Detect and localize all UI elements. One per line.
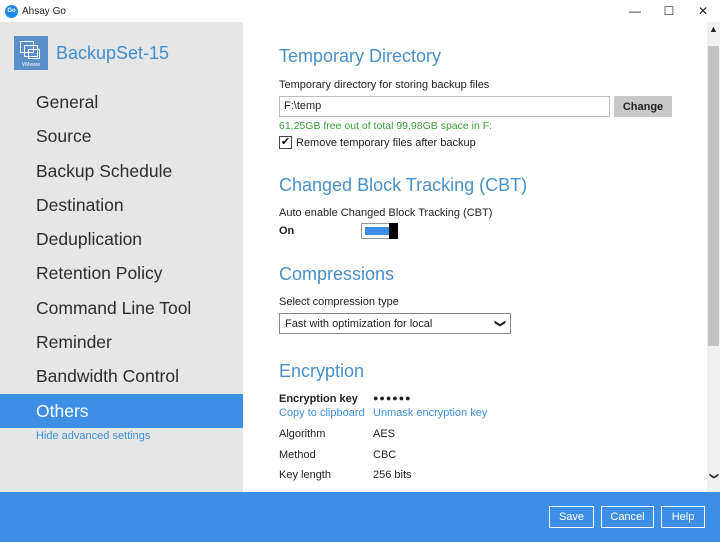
temp-dir-title: Temporary Directory: [279, 46, 442, 66]
encryption-key-label: Encryption key: [279, 393, 358, 405]
temp-dir-input[interactable]: F:\temp: [279, 96, 610, 117]
sidebar-item-general[interactable]: General: [0, 85, 243, 119]
change-button[interactable]: Change: [614, 96, 672, 117]
sidebar-item-reminder[interactable]: Reminder: [0, 325, 243, 359]
algorithm-value: AES: [373, 428, 396, 440]
vmware-icon-label: VMware: [21, 62, 41, 68]
sidebar-item-source[interactable]: Source: [0, 119, 243, 153]
help-button[interactable]: Help: [661, 506, 705, 528]
encryption-title: Encryption: [279, 361, 365, 381]
free-space-info: 61.25GB free out of total 99.98GB space …: [279, 120, 493, 132]
compression-title: Compressions: [279, 264, 395, 284]
cbt-toggle-fill: [365, 227, 389, 235]
sidebar-nav: General Source Backup Schedule Destinati…: [0, 85, 243, 428]
app-logo-icon: Go: [5, 4, 18, 18]
window-title: Ahsay Go: [22, 5, 66, 17]
unmask-encryption-key-link[interactable]: Unmask encryption key: [373, 407, 487, 419]
save-button[interactable]: Save: [549, 506, 594, 528]
compression-select[interactable]: Fast with optimization for local ❯: [279, 313, 511, 334]
cbt-title: Changed Block Tracking (CBT): [279, 175, 528, 195]
maximize-button[interactable]: ☐: [652, 0, 686, 22]
cbt-state-label: On: [279, 225, 295, 237]
cbt-label: Auto enable Changed Block Tracking (CBT): [279, 207, 493, 219]
compression-selected-value: Fast with optimization for local: [285, 317, 433, 330]
copy-to-clipboard-link[interactable]: Copy to clipboard: [279, 407, 365, 419]
remove-temp-files-label: Remove temporary files after backup: [296, 136, 476, 149]
minimize-button[interactable]: —: [618, 0, 652, 22]
main-content: Temporary Directory Temporary directory …: [243, 22, 707, 492]
sidebar-item-backup-schedule[interactable]: Backup Schedule: [0, 154, 243, 188]
footer-bar: Save Cancel Help: [0, 492, 720, 542]
remove-temp-files-checkbox[interactable]: ✔: [279, 136, 292, 149]
sidebar-item-bandwidth-control[interactable]: Bandwidth Control: [0, 359, 243, 393]
backup-set-name: BackupSet-15: [56, 42, 170, 63]
chevron-down-icon: ❯: [493, 318, 506, 329]
scroll-thumb[interactable]: [708, 46, 719, 346]
remove-temp-files-row: ✔ Remove temporary files after backup: [279, 136, 476, 149]
method-label: Method: [279, 449, 316, 461]
close-button[interactable]: ✕: [686, 0, 720, 22]
window-controls: — ☐ ✕: [618, 0, 720, 22]
title-bar: Go Ahsay Go — ☐ ✕: [0, 0, 720, 22]
sidebar-item-command-line-tool[interactable]: Command Line Tool: [0, 291, 243, 325]
vertical-scrollbar[interactable]: ▲ ❯: [707, 22, 720, 492]
scroll-down-icon[interactable]: ❯: [708, 470, 720, 483]
sidebar: VMware BackupSet-15 General Source Backu…: [0, 22, 243, 492]
key-length-value: 256 bits: [373, 469, 412, 481]
cbt-toggle[interactable]: [361, 223, 398, 239]
key-length-label: Key length: [279, 469, 331, 481]
temp-dir-label: Temporary directory for storing backup f…: [279, 79, 490, 91]
algorithm-label: Algorithm: [279, 428, 326, 440]
compression-label: Select compression type: [279, 296, 399, 308]
vmware-icon: VMware: [14, 36, 48, 70]
cancel-button[interactable]: Cancel: [601, 506, 654, 528]
scroll-up-icon[interactable]: ▲: [707, 24, 720, 36]
sidebar-item-retention-policy[interactable]: Retention Policy: [0, 256, 243, 290]
method-value: CBC: [373, 449, 397, 461]
cbt-toggle-knob: [389, 223, 398, 239]
backup-set-header: VMware BackupSet-15: [14, 36, 169, 70]
hide-advanced-settings-link[interactable]: Hide advanced settings: [36, 430, 150, 442]
sidebar-item-others[interactable]: Others: [0, 393, 243, 428]
encryption-key-value: ●●●●●●: [373, 393, 412, 403]
sidebar-item-destination[interactable]: Destination: [0, 188, 243, 222]
sidebar-item-deduplication[interactable]: Deduplication: [0, 222, 243, 256]
